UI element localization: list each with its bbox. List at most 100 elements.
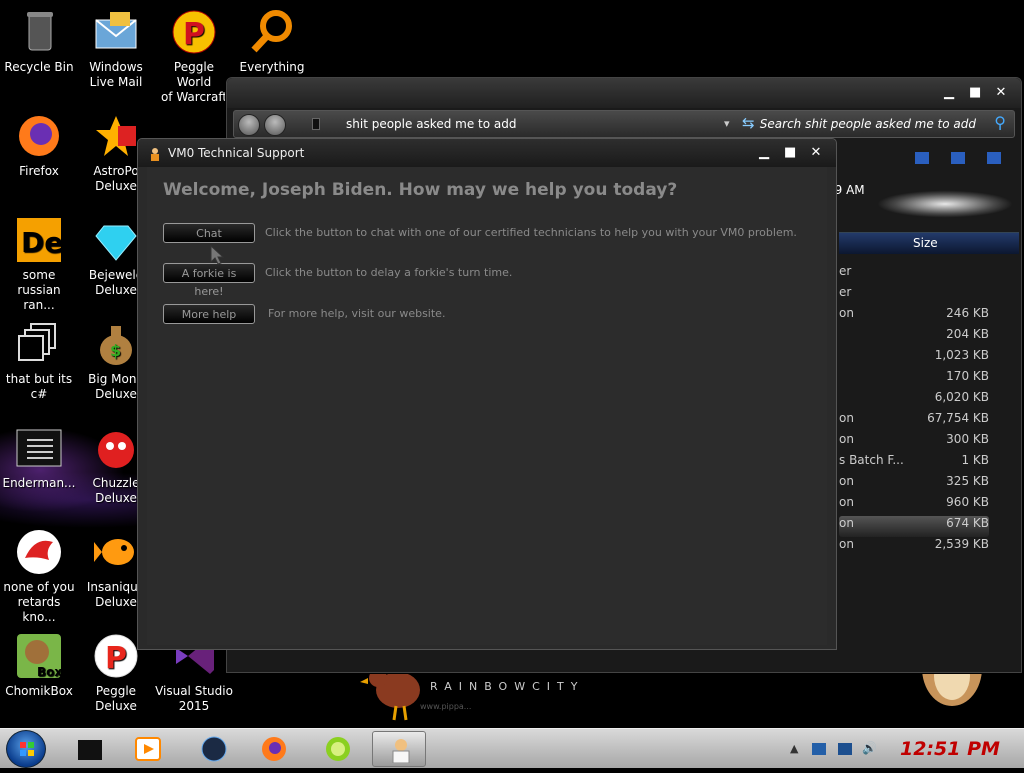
svg-text:De: De bbox=[21, 226, 63, 259]
table-row[interactable]: on 300 KB bbox=[839, 432, 989, 453]
svg-text:$: $ bbox=[110, 341, 121, 360]
support-titlebar[interactable]: VM0 Technical Support ▁ ■ ✕ bbox=[138, 139, 836, 167]
stacked-windows-icon bbox=[15, 320, 63, 368]
taskbar-support-active[interactable] bbox=[372, 731, 426, 767]
black-box-icon bbox=[76, 736, 104, 762]
forkie-description: Click the button to delay a forkie's tur… bbox=[265, 266, 513, 279]
money-bag-icon: $ bbox=[92, 320, 140, 368]
wallpaper-logo-text: RAINBOWCITY bbox=[430, 680, 585, 693]
view-icon[interactable] bbox=[915, 152, 929, 164]
desktop-icon-enderman[interactable]: Enderman... bbox=[0, 424, 78, 491]
back-icon[interactable] bbox=[238, 114, 260, 136]
maximize-icon[interactable]: ■ bbox=[969, 86, 981, 99]
chevron-down-icon[interactable]: ▾ bbox=[724, 117, 730, 130]
close-icon[interactable]: ✕ bbox=[995, 86, 1007, 99]
search-icon[interactable]: ⚲ bbox=[994, 113, 1006, 132]
table-row[interactable]: er bbox=[839, 285, 989, 306]
hamster-box-icon: Box bbox=[15, 632, 63, 680]
chuzzle-icon bbox=[92, 424, 140, 472]
de-app-icon: De bbox=[15, 216, 63, 264]
svg-text:Box: Box bbox=[37, 665, 62, 679]
taskbar-explorer[interactable] bbox=[62, 731, 116, 767]
table-row[interactable]: on 325 KB bbox=[839, 474, 989, 495]
explorer-toolbar bbox=[915, 152, 1001, 164]
more-help-description: For more help, visit our website. bbox=[268, 307, 446, 320]
taskbar-clock[interactable]: 12:51 PM bbox=[900, 738, 1000, 760]
table-row[interactable]: 6,020 KB bbox=[839, 390, 989, 411]
folder-icon bbox=[312, 118, 320, 130]
support-dialog[interactable]: VM0 Technical Support ▁ ■ ✕ Welcome, Jos… bbox=[137, 138, 837, 650]
table-row[interactable]: 170 KB bbox=[839, 369, 989, 390]
minimize-icon[interactable]: ▁ bbox=[758, 146, 770, 159]
close-icon[interactable]: ✕ bbox=[810, 146, 822, 159]
table-row[interactable]: on 2,539 KB bbox=[839, 537, 989, 558]
svg-text:P: P bbox=[183, 17, 205, 52]
svg-text:P: P bbox=[105, 641, 127, 676]
chat-description: Click the button to chat with one of our… bbox=[265, 226, 797, 239]
tray-device-icon[interactable] bbox=[812, 743, 826, 755]
search-everything-icon bbox=[248, 8, 296, 56]
table-row[interactable]: 1,023 KB bbox=[839, 348, 989, 369]
table-row[interactable]: on 67,754 KB bbox=[839, 411, 989, 432]
explorer-window-controls: ▁ ■ ✕ bbox=[943, 86, 1007, 99]
desktop-icon-de-app[interactable]: De some russian ran... bbox=[0, 216, 78, 313]
media-player-icon bbox=[134, 736, 162, 762]
dragon-icon bbox=[15, 528, 63, 576]
astropop-icon bbox=[92, 112, 140, 160]
tray-volume-icon[interactable]: 🔊 bbox=[862, 741, 877, 755]
peggle-deluxe-icon: P bbox=[92, 632, 140, 680]
firefox-icon bbox=[260, 736, 288, 762]
table-row[interactable]: s Batch F... 1 KB bbox=[839, 453, 989, 474]
forkie-button[interactable]: A forkie is here! bbox=[163, 263, 255, 298]
peggle-icon: P bbox=[170, 8, 218, 56]
welcome-heading: Welcome, Joseph Biden. How may we help y… bbox=[163, 180, 678, 200]
support-body: Welcome, Joseph Biden. How may we help y… bbox=[147, 167, 827, 645]
search-input[interactable]: Search shit people asked me to add bbox=[760, 117, 976, 131]
desktop-icon-stacked[interactable]: that but its c# bbox=[0, 320, 78, 402]
desktop-icon-recycle-bin[interactable]: Recycle Bin bbox=[0, 8, 78, 75]
table-row[interactable]: er bbox=[839, 264, 989, 285]
technician-icon bbox=[387, 737, 415, 764]
taskbar-media-player[interactable] bbox=[120, 731, 174, 767]
taskbar-lime-app[interactable] bbox=[310, 731, 364, 767]
table-row-selected[interactable]: on 674 KB bbox=[839, 516, 989, 537]
tray-up-arrow-icon[interactable]: ▲ bbox=[790, 742, 804, 755]
technician-icon bbox=[148, 146, 162, 161]
desktop-icon-dragon[interactable]: none of you retards kno... bbox=[0, 528, 78, 625]
recycle-bin-icon bbox=[15, 8, 63, 56]
help-icon[interactable] bbox=[987, 152, 1001, 164]
preview-icon[interactable] bbox=[951, 152, 965, 164]
desktop-icon-firefox[interactable]: Firefox bbox=[0, 112, 78, 179]
mouse-cursor-icon bbox=[210, 244, 225, 269]
refresh-icon[interactable]: ⇆ bbox=[742, 114, 755, 132]
forward-icon[interactable] bbox=[264, 114, 286, 136]
taskbar: ▲ 🔊 12:51 PM bbox=[0, 728, 1024, 768]
globe-icon bbox=[200, 736, 228, 762]
console-icon bbox=[15, 424, 63, 472]
size-column-header[interactable]: Size bbox=[839, 232, 1019, 254]
start-button[interactable] bbox=[6, 730, 46, 768]
table-row[interactable]: on 960 KB bbox=[839, 495, 989, 516]
explorer-address-bar[interactable]: shit people asked me to add ▾ ⇆ Search s… bbox=[233, 110, 1015, 138]
tray-network-icon[interactable] bbox=[838, 743, 852, 755]
desktop-icon-everything[interactable]: Everything bbox=[233, 8, 311, 75]
diamond-icon bbox=[92, 216, 140, 264]
address-text[interactable]: shit people asked me to add bbox=[346, 117, 516, 131]
chat-button[interactable]: Chat bbox=[163, 223, 255, 243]
desktop-icon-windows-live-mail[interactable]: Windows Live Mail bbox=[77, 8, 155, 90]
support-window-controls: ▁ ■ ✕ bbox=[758, 146, 822, 159]
table-row[interactable]: on 246 KB bbox=[839, 306, 989, 327]
desktop-icon-chomikbox[interactable]: Box ChomikBox bbox=[0, 632, 78, 699]
desktop-icon-peggle-wow[interactable]: P Peggle World of Warcraft bbox=[155, 8, 233, 105]
lime-icon bbox=[324, 736, 352, 762]
taskbar-network[interactable] bbox=[186, 731, 240, 767]
taskbar-firefox[interactable] bbox=[246, 731, 300, 767]
windows-live-mail-icon bbox=[92, 8, 140, 56]
table-row[interactable]: 204 KB bbox=[839, 327, 989, 348]
maximize-icon[interactable]: ■ bbox=[784, 146, 796, 159]
firefox-icon bbox=[15, 112, 63, 160]
more-help-button[interactable]: More help bbox=[163, 304, 255, 324]
minimize-icon[interactable]: ▁ bbox=[943, 86, 955, 99]
wallpaper-sub-text: www.pippa... bbox=[420, 702, 472, 711]
explorer-titlebar[interactable]: ▁ ■ ✕ bbox=[227, 78, 1021, 108]
